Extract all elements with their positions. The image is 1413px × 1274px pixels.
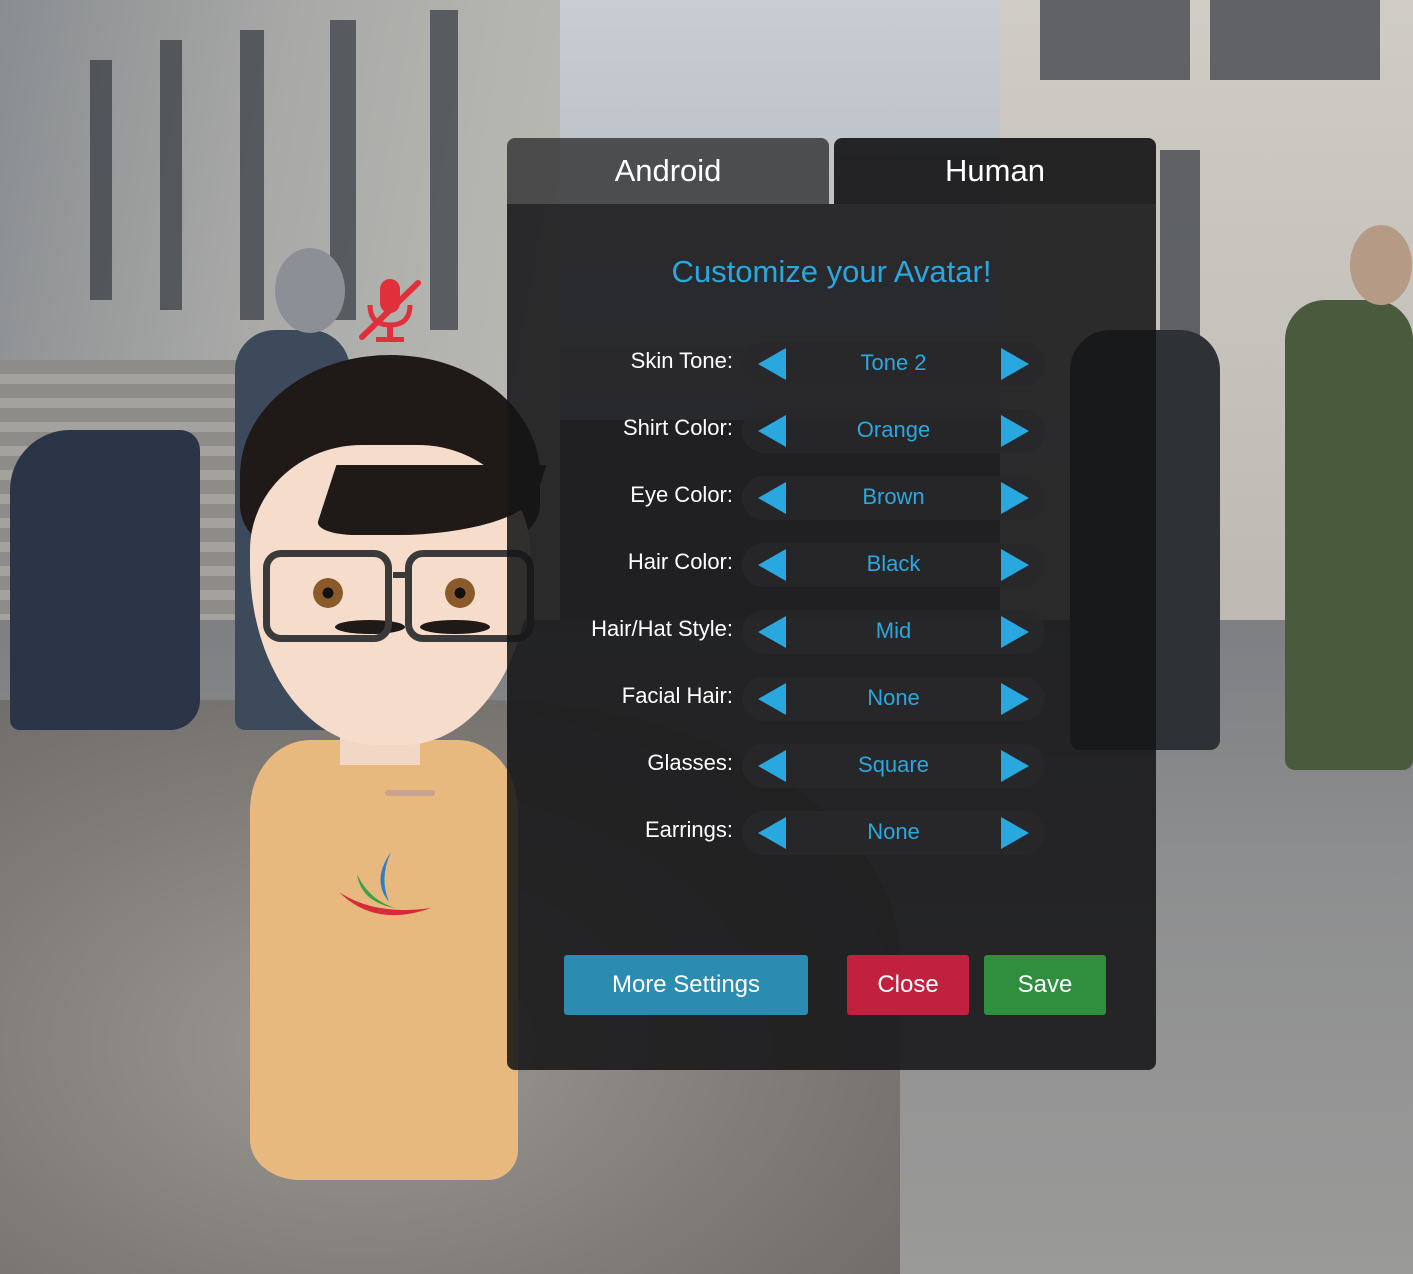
option-value: Mid [875,618,912,643]
option-selector: None [742,811,1045,855]
option-label: Glasses: [647,750,733,775]
option-row-skin-tone: Skin Tone: Tone 2 [507,342,1156,386]
arrow-right-icon[interactable] [1001,750,1029,782]
option-row-hair-hat-style: Hair/Hat Style: Mid [507,610,1156,654]
option-value: None [867,819,920,844]
glasses-bridge [393,572,411,578]
close-button[interactable]: Close [847,955,969,1015]
arrow-left-icon[interactable] [758,750,786,782]
arrow-right-icon[interactable] [1001,348,1029,380]
tab-android[interactable]: Android [507,138,829,204]
building-window [160,40,182,310]
avatar-mouth [385,790,435,796]
microphone-muted-icon [359,279,421,342]
dialog-title: Customize your Avatar! [671,254,992,289]
arrow-right-icon[interactable] [1001,482,1029,514]
arrow-left-icon[interactable] [758,683,786,715]
avatar-glasses [245,550,535,642]
option-label: Hair/Hat Style: [591,616,733,641]
backpack [10,430,200,730]
arrow-right-icon[interactable] [1001,549,1029,581]
option-value: Black [866,551,921,576]
options-panel: Customize your Avatar! Skin Tone: Tone 2… [507,204,1156,1070]
arrow-left-icon[interactable] [758,817,786,849]
building-window [1210,0,1380,80]
avatar-preview [230,345,550,1185]
person-head [1350,225,1412,305]
option-label: Skin Tone: [630,348,733,373]
option-row-glasses: Glasses: Square [507,744,1156,788]
option-row-hair-color: Hair Color: Black [507,543,1156,587]
shirt-logo-icon [339,852,431,916]
option-selector: Black [742,543,1045,587]
option-selector: None [742,677,1045,721]
arrow-left-icon[interactable] [758,415,786,447]
option-row-earrings: Earrings: None [507,811,1156,855]
option-row-facial-hair: Facial Hair: None [507,677,1156,721]
building-window [1040,0,1190,80]
avatar-eye [313,578,343,608]
person-background [1285,300,1413,770]
option-label: Facial Hair: [621,683,733,708]
option-value: Tone 2 [860,350,927,375]
avatar-type-tabs: Android Human [507,138,1156,204]
option-value: None [867,685,920,710]
arrow-right-icon[interactable] [1001,616,1029,648]
option-label: Eye Color: [630,482,733,507]
arrow-left-icon[interactable] [758,549,786,581]
arrow-left-icon[interactable] [758,482,786,514]
more-settings-button[interactable]: More Settings [564,955,808,1015]
avatar-shirt [250,740,518,1180]
arrow-left-icon[interactable] [758,348,786,380]
arrow-right-icon[interactable] [1001,817,1029,849]
option-selector: Orange [742,409,1045,453]
option-label: Hair Color: [627,549,733,574]
avatar-eye [445,578,475,608]
option-value: Orange [856,417,931,442]
building-window [240,30,264,320]
option-label: Shirt Color: [622,415,733,440]
option-row-shirt-color: Shirt Color: Orange [507,409,1156,453]
tab-human[interactable]: Human [834,138,1156,204]
option-row-eye-color: Eye Color: Brown [507,476,1156,520]
arrow-right-icon[interactable] [1001,683,1029,715]
save-button[interactable]: Save [984,955,1106,1015]
avatar-customization-dialog: Android Human Customize your Avatar! Ski… [507,138,1156,1070]
option-selector: Square [742,744,1045,788]
option-selector: Tone 2 [742,342,1045,386]
arrow-right-icon[interactable] [1001,415,1029,447]
option-value: Brown [862,484,925,509]
building-window [430,10,458,330]
person-head [275,248,345,333]
option-selector: Mid [742,610,1045,654]
arrow-left-icon[interactable] [758,616,786,648]
option-selector: Brown [742,476,1045,520]
building-window [90,60,112,300]
option-value: Square [858,752,929,777]
option-label: Earrings: [644,817,733,842]
